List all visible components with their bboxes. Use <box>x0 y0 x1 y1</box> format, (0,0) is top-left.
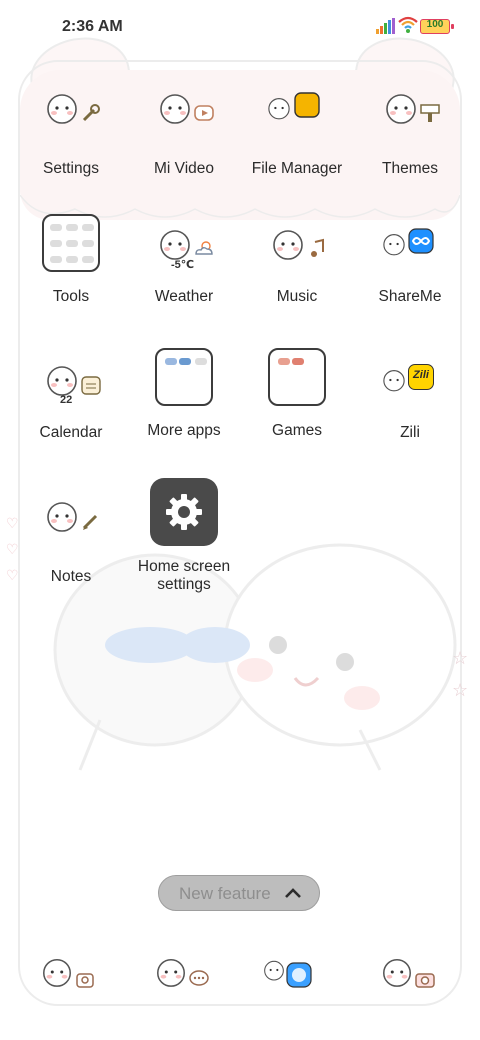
cat-mascot-icon <box>264 960 284 981</box>
app-shareme[interactable]: ShareMe <box>355 220 465 306</box>
battery-icon: 100 <box>420 19 454 34</box>
pencil-icon <box>82 514 98 530</box>
folder-icon <box>268 348 326 406</box>
app-label: Notes <box>50 568 92 585</box>
cat-mascot-icon <box>268 98 290 120</box>
zili-logo-icon: Zili <box>408 364 434 390</box>
app-label: ShareMe <box>378 288 442 305</box>
shareme-logo-icon <box>408 228 434 254</box>
app-label: Home screen settings <box>137 558 231 593</box>
dock <box>0 950 480 1010</box>
folder-tools[interactable]: Tools <box>16 212 126 306</box>
folder-more-apps[interactable]: More apps <box>129 346 239 440</box>
app-label: Weather <box>154 288 214 305</box>
cat-mascot-icon <box>383 958 411 987</box>
app-calendar[interactable]: 22 Calendar <box>16 356 126 442</box>
app-themes[interactable]: Themes <box>355 84 465 178</box>
phone-icon <box>76 973 94 988</box>
cat-mascot-icon <box>273 230 303 260</box>
cat-mascot-icon <box>47 94 77 124</box>
play-icon <box>194 105 214 121</box>
app-label: More apps <box>147 422 221 439</box>
chevron-up-icon <box>285 888 301 898</box>
wifi-icon <box>398 16 418 33</box>
app-label: Themes <box>382 160 438 177</box>
new-feature-label: New feature <box>179 884 271 903</box>
cat-mascot-icon <box>47 502 77 532</box>
cat-mascot-icon <box>47 366 77 396</box>
cat-mascot-icon <box>383 370 405 392</box>
cat-mascot-icon <box>383 234 405 256</box>
folder-icon <box>294 92 320 118</box>
gear-icon <box>166 494 202 530</box>
app-mi-video[interactable]: Mi Video <box>129 84 239 178</box>
browser-icon <box>286 962 312 988</box>
cloud-sun-icon <box>195 241 213 255</box>
app-zili[interactable]: Zili Zili <box>355 356 465 442</box>
app-file-manager[interactable]: File Manager <box>242 84 352 178</box>
folder-games[interactable]: Games <box>242 346 352 440</box>
dock-camera[interactable] <box>380 956 440 1000</box>
cat-mascot-icon <box>160 230 190 260</box>
app-music[interactable]: Music <box>242 220 352 306</box>
battery-level: 100 <box>426 19 444 30</box>
app-weather[interactable]: -5℃ Weather <box>129 220 239 306</box>
app-notes[interactable]: Notes <box>16 492 126 586</box>
music-note-icon <box>311 238 324 257</box>
cellular-signal-icon <box>376 18 395 34</box>
cat-mascot-icon <box>160 94 190 124</box>
app-label: Calendar <box>39 424 103 441</box>
app-label: Games <box>272 422 322 439</box>
cat-mascot-icon <box>386 94 416 124</box>
app-label: Zili <box>400 424 420 441</box>
calendar-icon <box>81 376 101 395</box>
status-time: 2:36 AM <box>62 18 123 35</box>
app-label: Mi Video <box>153 160 215 177</box>
dock-browser[interactable] <box>262 956 322 1000</box>
wrench-icon <box>82 104 100 122</box>
app-label: Music <box>276 288 318 305</box>
calendar-day: 22 <box>60 394 73 406</box>
folder-icon <box>42 214 100 272</box>
camera-icon <box>415 973 435 988</box>
new-feature-button[interactable]: New feature <box>158 875 320 911</box>
app-home-screen-settings[interactable]: Home screen settings <box>119 478 249 594</box>
app-settings[interactable]: Settings <box>16 84 126 178</box>
dock-phone[interactable] <box>40 956 100 1000</box>
chat-bubble-icon <box>189 970 209 986</box>
folder-icon <box>155 348 213 406</box>
cat-mascot-icon <box>157 958 185 987</box>
paint-brush-icon <box>420 104 440 122</box>
app-label: Tools <box>52 288 90 305</box>
cat-mascot-icon <box>43 958 71 987</box>
app-label: Settings <box>42 160 99 177</box>
dock-messages[interactable] <box>154 956 214 1000</box>
weather-temperature: -5℃ <box>171 259 195 271</box>
app-label: File Manager <box>251 160 343 177</box>
